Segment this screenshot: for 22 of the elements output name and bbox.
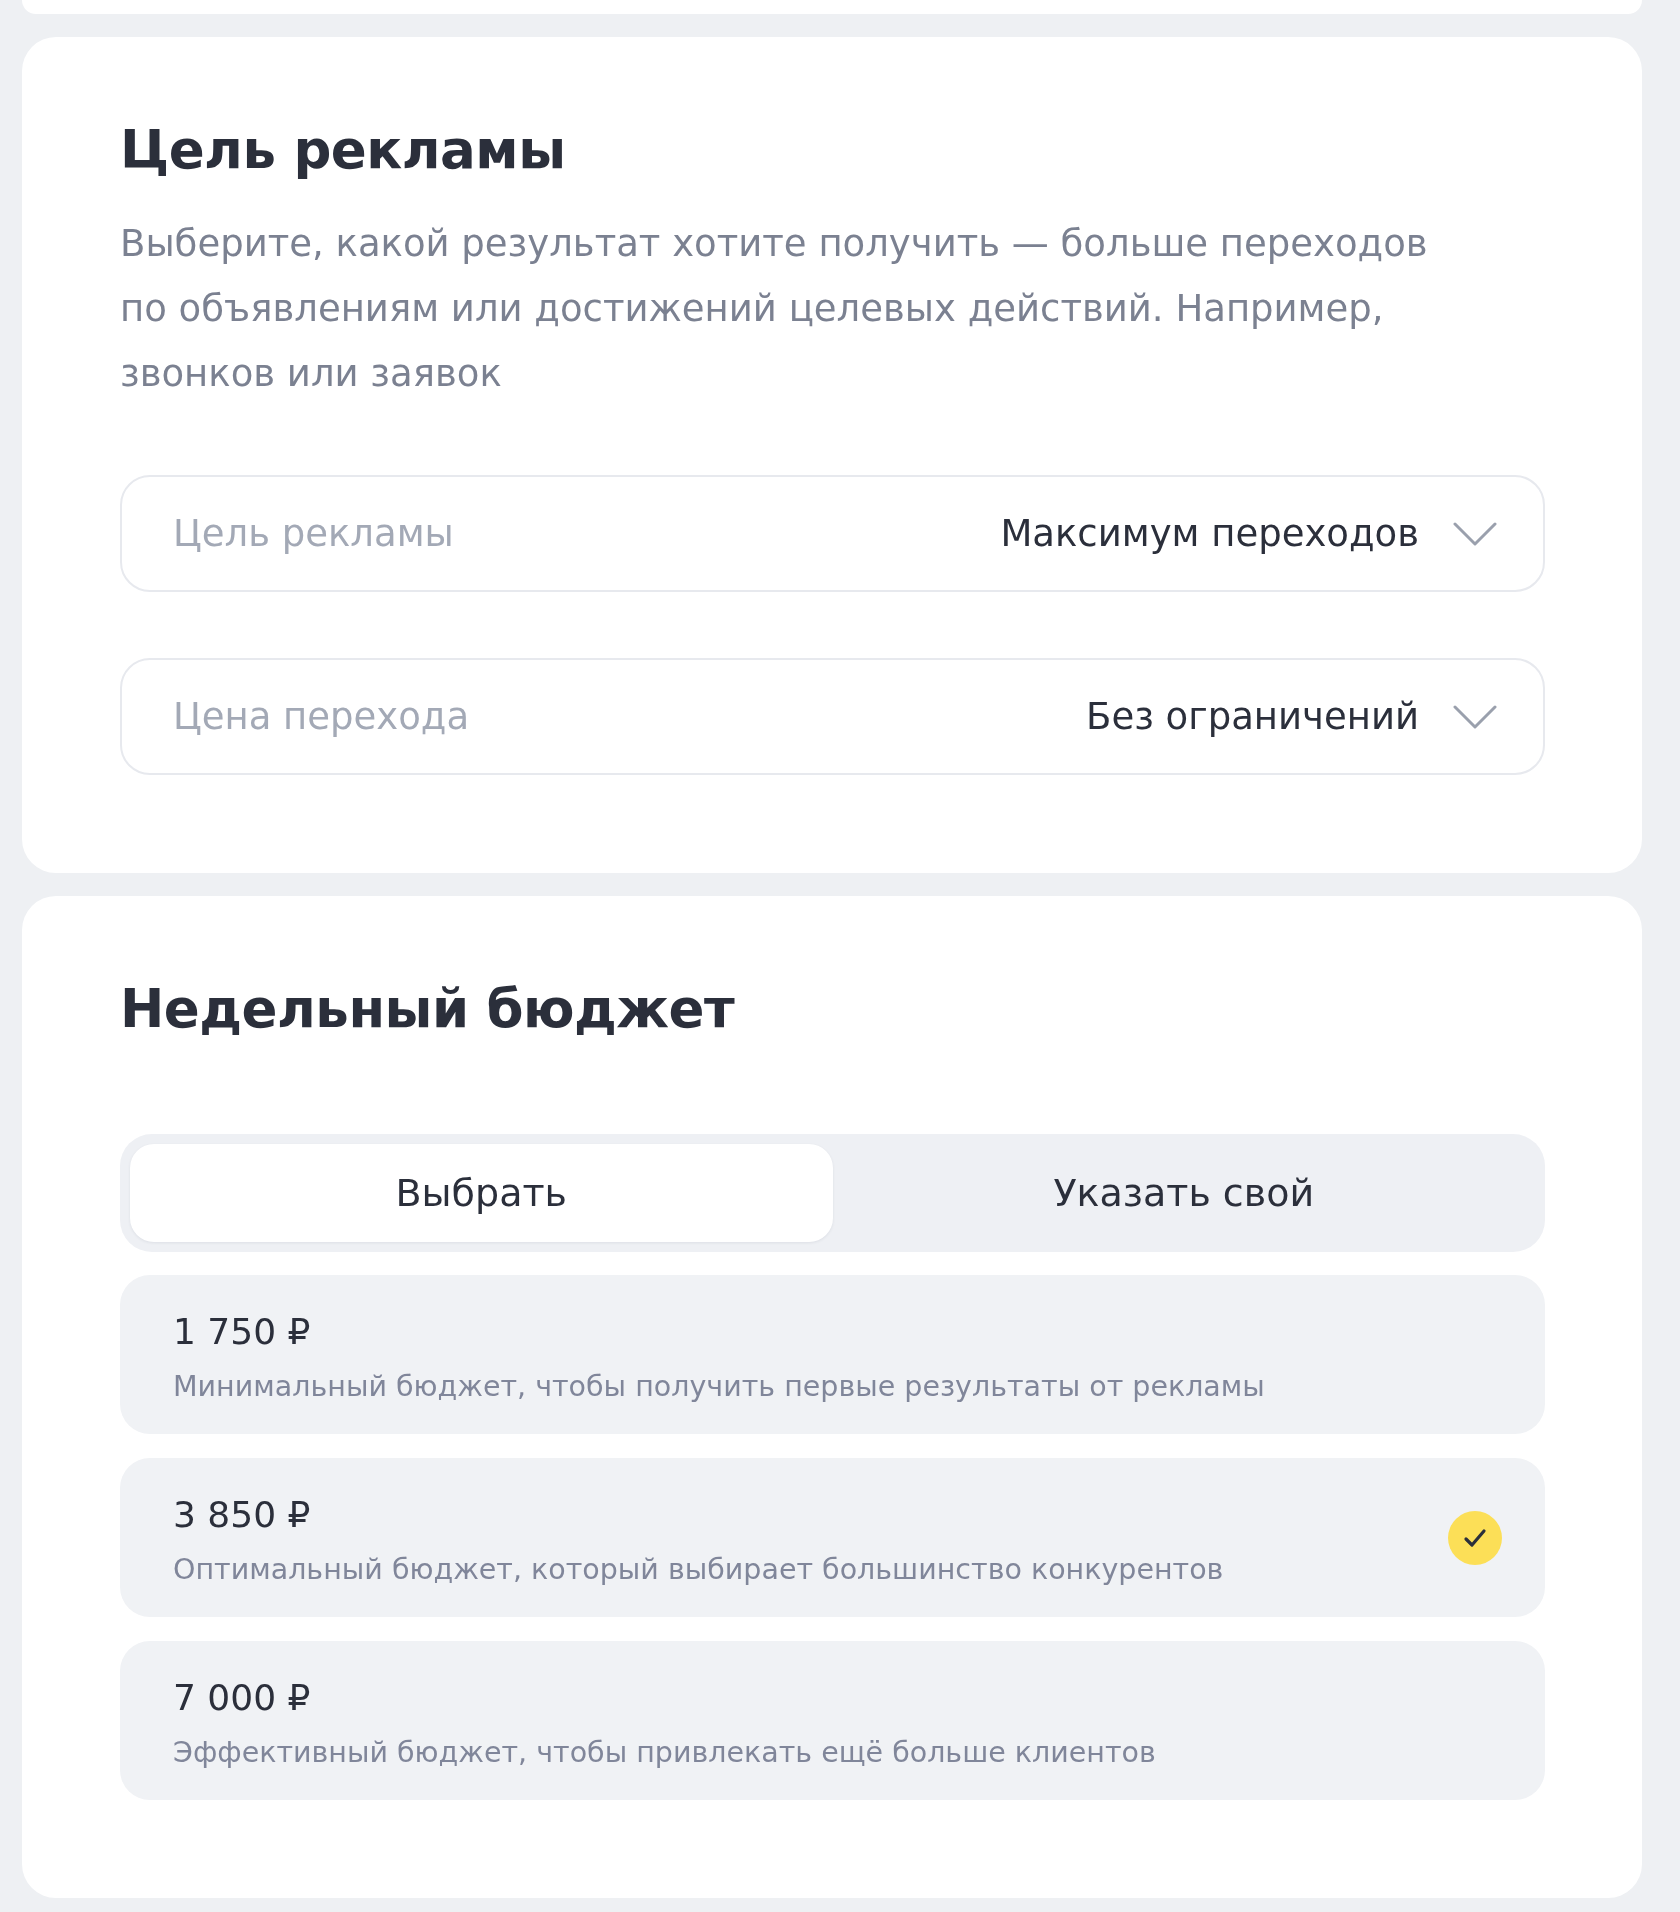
budget-amount: 3 850 ₽: [173, 1493, 311, 1537]
field-label: Цель рекламы: [173, 512, 454, 555]
budget-description: Эффективный бюджет, чтобы привлекать ещё больше клиентов: [173, 1735, 1156, 1771]
budget-option[interactable]: 3 850 ₽ Оптимальный бюджет, который выбирает большинство конкурентов: [120, 1458, 1545, 1617]
field-value: Максимум переходов: [1000, 512, 1419, 555]
chevron-icon: [1453, 704, 1497, 729]
select-field[interactable]: Цель рекламы Максимум переходов: [120, 475, 1545, 592]
budget-amount: 7 000 ₽: [173, 1676, 311, 1720]
field-label: Цена перехода: [173, 695, 470, 738]
budget-option[interactable]: 1 750 ₽ Минимальный бюджет, чтобы получить первые результаты от рекламы: [120, 1275, 1545, 1434]
segment-tab[interactable]: Указать свой: [832, 1144, 1535, 1242]
budget-description: Оптимальный бюджет, который выбирает большинство конкурентов: [173, 1552, 1224, 1588]
select-field[interactable]: Цена перехода Без ограничений: [120, 658, 1545, 775]
chevron-icon: [1453, 521, 1497, 546]
field-value: Без ограничений: [1086, 695, 1419, 738]
section-title: Цель рекламы: [120, 118, 566, 182]
budget-description: Минимальный бюджет, чтобы получить первые результаты от рекламы: [173, 1369, 1265, 1405]
section-description: Выберите, какой результат хотите получить — больше переходов по объявлениям или достижений целевых действий. Например, звонков или заявок: [120, 221, 1429, 397]
section-title: Недельный бюджет: [120, 977, 735, 1041]
budget-option[interactable]: 7 000 ₽ Эффективный бюджет, чтобы привлекать ещё больше клиентов: [120, 1641, 1545, 1800]
budget-amount: 1 750 ₽: [173, 1310, 311, 1354]
segment-tab[interactable]: Выбрать: [130, 1144, 833, 1242]
